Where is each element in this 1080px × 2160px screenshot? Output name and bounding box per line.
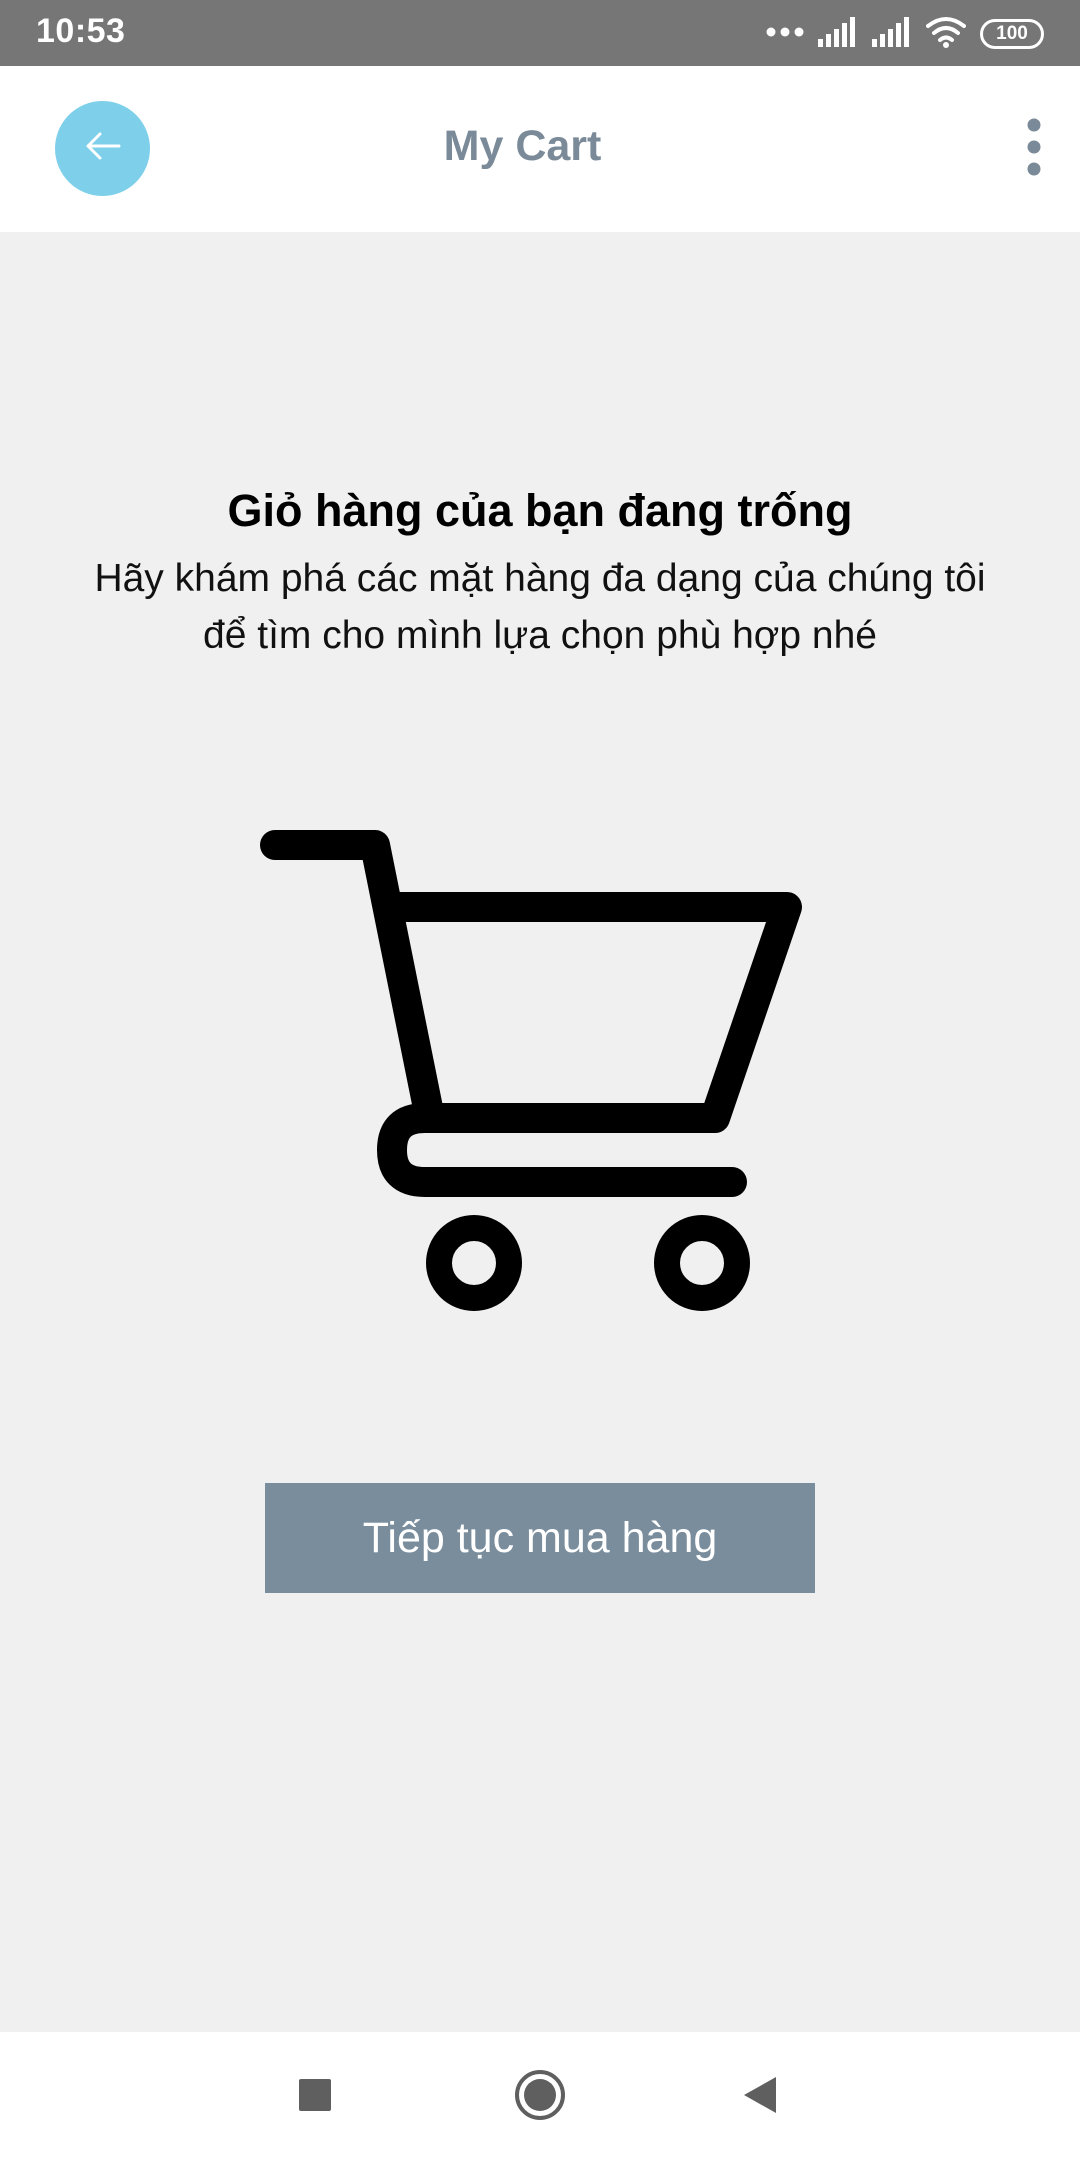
page-title: My Cart xyxy=(443,122,602,170)
battery-icon: 100 xyxy=(980,19,1044,49)
shopping-cart-icon xyxy=(255,810,835,1320)
screen: 10:53 100 My Cart Giỏ hàng của bạn đang … xyxy=(0,0,1080,2160)
empty-cart-title: Giỏ hàng của bạn đang trống xyxy=(227,485,853,536)
back-nav-button[interactable] xyxy=(725,2062,795,2132)
status-icons: 100 xyxy=(766,14,1044,54)
square-icon xyxy=(298,2078,332,2117)
status-time: 10:53 xyxy=(36,12,126,50)
circle-icon xyxy=(514,2069,566,2126)
battery-level: 100 xyxy=(996,23,1028,44)
triangle-back-icon xyxy=(742,2075,778,2120)
wifi-icon xyxy=(926,16,966,53)
app-header: My Cart xyxy=(0,66,1080,232)
signal-icon xyxy=(818,16,858,52)
empty-cart-description: Hãy khám phá các mặt hàng đa dạng của ch… xyxy=(40,550,1040,664)
recents-button[interactable] xyxy=(280,2062,350,2132)
empty-cart-description-line: Hãy khám phá các mặt hàng đa dạng của ch… xyxy=(94,557,986,600)
more-vertical-icon xyxy=(1026,117,1042,182)
continue-shopping-button[interactable]: Tiếp tục mua hàng xyxy=(265,1483,815,1593)
signal-icon xyxy=(872,16,912,52)
more-menu-button[interactable] xyxy=(1014,116,1054,182)
empty-cart-description-line: để tìm cho mình lựa chọn phù hợp nhé xyxy=(203,614,877,657)
status-bar: 10:53 100 xyxy=(0,0,1080,66)
home-button[interactable] xyxy=(505,2062,575,2132)
navigation-bar xyxy=(0,2032,1080,2160)
dots-icon xyxy=(766,25,804,43)
